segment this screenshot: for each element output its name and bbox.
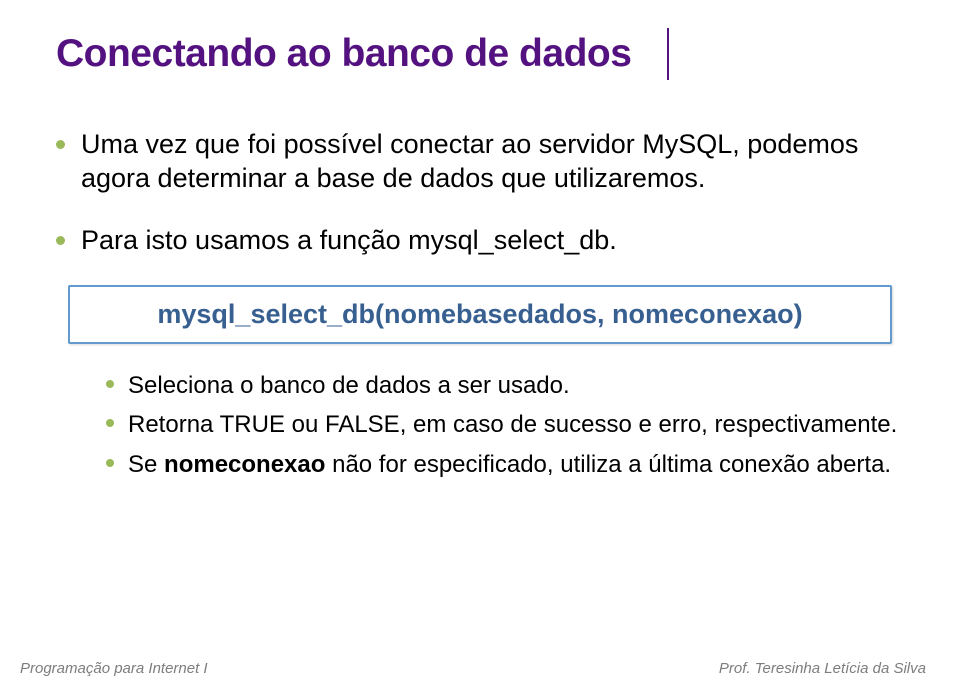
title-row: Conectando ao banco de dados <box>56 28 904 80</box>
footer: Programação para Internet I Prof. Teresi… <box>20 660 926 677</box>
code-box: mysql_select_db(nomebasedados, nomeconex… <box>68 285 892 344</box>
slide: Conectando ao banco de dados Uma vez que… <box>0 0 960 687</box>
footer-right: Prof. Teresinha Letícia da Silva <box>719 660 926 677</box>
bullet-text: Para isto usamos a função mysql_select_d… <box>81 224 617 258</box>
text-segment: Seleciona o banco de dados a ser usado. <box>128 372 570 399</box>
bullet-icon <box>106 459 114 467</box>
text-bold: nomeconexao <box>164 451 325 478</box>
sub-bullet-text: Retorna TRUE ou FALSE, em caso de sucess… <box>128 409 897 440</box>
sub-bullet-item: Seleciona o banco de dados a ser usado. <box>106 370 904 401</box>
footer-left: Programação para Internet I <box>20 660 208 677</box>
bullet-icon <box>56 236 65 245</box>
bullet-icon <box>106 419 114 427</box>
bullet-item: Para isto usamos a função mysql_select_d… <box>56 224 904 258</box>
title-divider <box>667 28 669 80</box>
text-segment: não for especificado, utiliza a última c… <box>325 451 891 478</box>
bullet-text: Uma vez que foi possível conectar ao ser… <box>81 128 904 196</box>
sub-bullet-item: Se nomeconexao não for especificado, uti… <box>106 449 904 480</box>
slide-body: Uma vez que foi possível conectar ao ser… <box>56 128 904 480</box>
text-segment: Se <box>128 451 164 478</box>
bullet-icon <box>56 140 65 149</box>
sub-bullet-item: Retorna TRUE ou FALSE, em caso de sucess… <box>106 409 904 440</box>
slide-title: Conectando ao banco de dados <box>56 32 631 76</box>
sub-bullet-text: Seleciona o banco de dados a ser usado. <box>128 370 570 401</box>
sub-bullet-text: Se nomeconexao não for especificado, uti… <box>128 449 891 480</box>
sub-list: Seleciona o banco de dados a ser usado. … <box>56 370 904 480</box>
code-text: mysql_select_db(nomebasedados, nomeconex… <box>86 299 874 330</box>
text-segment: Retorna TRUE ou FALSE, em caso de sucess… <box>128 411 897 438</box>
bullet-item: Uma vez que foi possível conectar ao ser… <box>56 128 904 196</box>
bullet-icon <box>106 380 114 388</box>
